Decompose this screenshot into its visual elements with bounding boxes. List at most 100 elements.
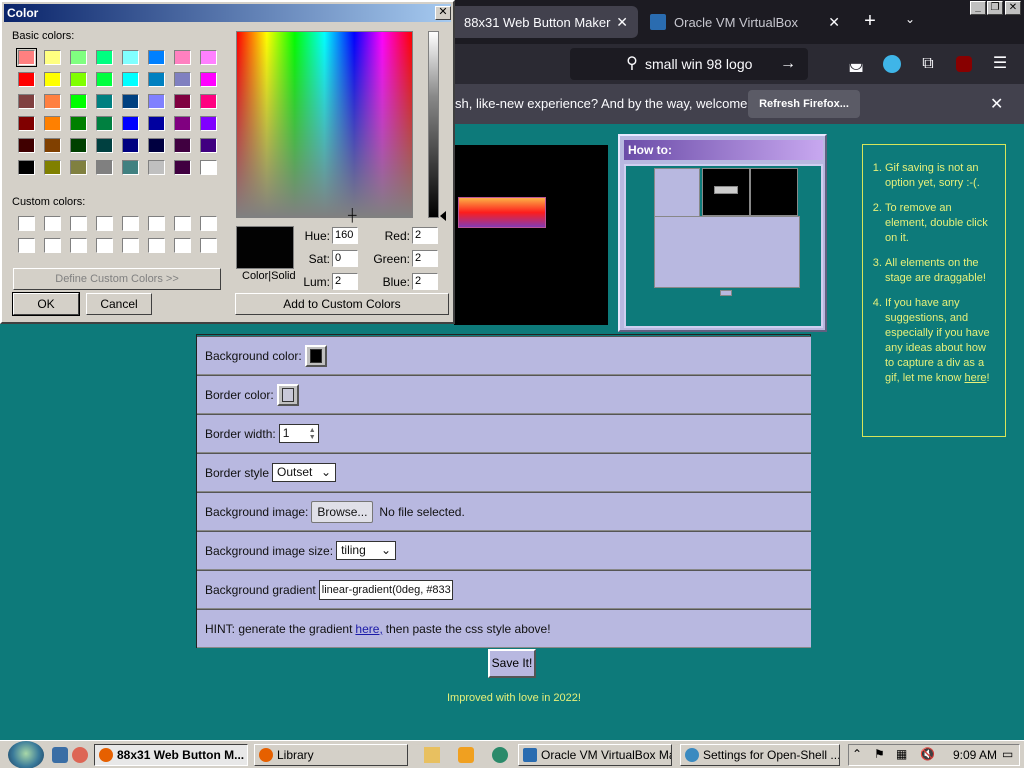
- blue-input[interactable]: 2: [412, 273, 438, 290]
- account-icon[interactable]: [880, 52, 904, 76]
- basic-color-swatch[interactable]: [200, 160, 217, 175]
- taskbar-button-library[interactable]: Library: [254, 744, 408, 766]
- custom-color-swatch[interactable]: [44, 238, 61, 253]
- basic-color-swatch[interactable]: [96, 50, 113, 65]
- close-tab-icon[interactable]: ✕: [616, 14, 628, 31]
- bg-gradient-input[interactable]: linear-gradient(0deg, #833: [318, 579, 453, 600]
- basic-color-swatch[interactable]: [148, 72, 165, 87]
- basic-color-swatch[interactable]: [70, 116, 87, 131]
- basic-color-swatch[interactable]: [96, 94, 113, 109]
- basic-color-swatch[interactable]: [96, 72, 113, 87]
- browse-button[interactable]: Browse...: [311, 500, 374, 523]
- custom-color-swatch[interactable]: [174, 238, 191, 253]
- basic-color-swatch[interactable]: [174, 116, 191, 131]
- basic-color-swatch[interactable]: [200, 116, 217, 131]
- border-color-picker[interactable]: [276, 383, 299, 406]
- folder-icon[interactable]: [424, 747, 440, 763]
- basic-color-swatch[interactable]: [70, 160, 87, 175]
- go-arrow-icon[interactable]: →: [776, 52, 800, 76]
- basic-color-swatch[interactable]: [16, 48, 37, 67]
- gradient-generator-link[interactable]: here,: [355, 622, 382, 636]
- spinner-icon[interactable]: ▲ ▼: [309, 427, 316, 441]
- firefox-icon[interactable]: [72, 747, 88, 763]
- basic-color-swatch[interactable]: [122, 94, 139, 109]
- add-to-custom-colors-button[interactable]: Add to Custom Colors: [235, 293, 449, 315]
- basic-color-swatch[interactable]: [44, 160, 61, 175]
- button-stage[interactable]: [454, 145, 608, 325]
- bg-color-picker[interactable]: [304, 344, 327, 367]
- hue-input[interactable]: 160: [332, 227, 358, 244]
- basic-color-swatch[interactable]: [174, 160, 191, 175]
- basic-color-swatch[interactable]: [200, 94, 217, 109]
- border-style-select[interactable]: Outset ⌄: [272, 463, 337, 482]
- ublock-icon[interactable]: [952, 52, 976, 76]
- basic-color-swatch[interactable]: [148, 138, 165, 153]
- basic-color-swatch[interactable]: [122, 72, 139, 87]
- custom-color-swatch[interactable]: [44, 216, 61, 231]
- luminosity-arrow-icon[interactable]: [440, 211, 446, 221]
- custom-color-swatch[interactable]: [122, 238, 139, 253]
- start-button-icon[interactable]: [8, 741, 44, 768]
- search-text[interactable]: small win 98 logo: [645, 56, 752, 72]
- basic-color-swatch[interactable]: [44, 138, 61, 153]
- pocket-icon[interactable]: ◛: [844, 52, 868, 76]
- close-icon[interactable]: ✕: [990, 94, 1003, 114]
- custom-color-swatch[interactable]: [174, 216, 191, 231]
- basic-color-swatch[interactable]: [122, 138, 139, 153]
- new-tab-icon[interactable]: +: [858, 10, 882, 34]
- basic-color-swatch[interactable]: [70, 50, 87, 65]
- chevron-up-icon[interactable]: ⌃: [852, 747, 868, 763]
- basic-color-swatch[interactable]: [44, 94, 61, 109]
- tab-web-button-maker[interactable]: 88x31 Web Button Maker ✕: [430, 6, 638, 38]
- basic-color-swatch[interactable]: [18, 116, 35, 131]
- lum-input[interactable]: 2: [332, 273, 358, 290]
- basic-color-swatch[interactable]: [148, 116, 165, 131]
- basic-color-swatch[interactable]: [174, 72, 191, 87]
- bg-image-size-select[interactable]: tiling ⌄: [336, 541, 397, 560]
- sat-input[interactable]: 0: [332, 250, 358, 267]
- custom-color-swatch[interactable]: [70, 238, 87, 253]
- gradient-button-preview[interactable]: [458, 197, 546, 228]
- basic-color-swatch[interactable]: [122, 160, 139, 175]
- basic-color-swatch[interactable]: [200, 138, 217, 153]
- border-width-input[interactable]: 1 ▲ ▼: [278, 424, 319, 443]
- show-desktop-icon[interactable]: [52, 747, 68, 763]
- custom-color-swatch[interactable]: [148, 238, 165, 253]
- refresh-firefox-button[interactable]: Refresh Firefox...: [748, 90, 860, 118]
- custom-color-swatch[interactable]: [70, 216, 87, 231]
- basic-color-swatch[interactable]: [18, 94, 35, 109]
- basic-color-swatch[interactable]: [200, 72, 217, 87]
- app-icon[interactable]: [492, 747, 508, 763]
- color-spectrum[interactable]: [236, 31, 413, 218]
- minimize-icon[interactable]: _: [970, 1, 986, 15]
- custom-color-swatch[interactable]: [200, 216, 217, 231]
- basic-color-swatch[interactable]: [96, 138, 113, 153]
- chevron-down-icon[interactable]: ⌄: [900, 12, 920, 32]
- contact-link[interactable]: here: [964, 372, 986, 384]
- save-button[interactable]: Save It!: [488, 649, 536, 678]
- basic-color-swatch[interactable]: [96, 160, 113, 175]
- basic-color-swatch[interactable]: [44, 50, 61, 65]
- taskbar-button-web-button-maker[interactable]: 88x31 Web Button M...: [94, 744, 248, 766]
- basic-color-swatch[interactable]: [174, 138, 191, 153]
- luminosity-slider[interactable]: [428, 31, 439, 218]
- custom-color-swatch[interactable]: [96, 216, 113, 231]
- basic-color-swatch[interactable]: [70, 138, 87, 153]
- notifications-icon[interactable]: ▭: [1002, 747, 1018, 763]
- restore-icon[interactable]: ❐: [987, 1, 1003, 15]
- window-close-icon[interactable]: ✕: [1005, 1, 1021, 15]
- custom-color-swatch[interactable]: [18, 216, 35, 231]
- extensions-icon[interactable]: ⧉: [916, 52, 940, 76]
- basic-color-swatch[interactable]: [122, 116, 139, 131]
- network-icon[interactable]: ▦: [896, 747, 912, 763]
- custom-color-swatch[interactable]: [18, 238, 35, 253]
- basic-color-swatch[interactable]: [96, 116, 113, 131]
- basic-color-swatch[interactable]: [148, 94, 165, 109]
- media-player-icon[interactable]: [458, 747, 474, 763]
- basic-color-swatch[interactable]: [148, 160, 165, 175]
- close-icon[interactable]: ✕: [435, 6, 451, 20]
- cancel-button[interactable]: Cancel: [86, 293, 152, 315]
- red-input[interactable]: 2: [412, 227, 438, 244]
- tab-virtualbox[interactable]: Oracle VM VirtualBox ✕: [640, 6, 850, 38]
- basic-color-swatch[interactable]: [122, 50, 139, 65]
